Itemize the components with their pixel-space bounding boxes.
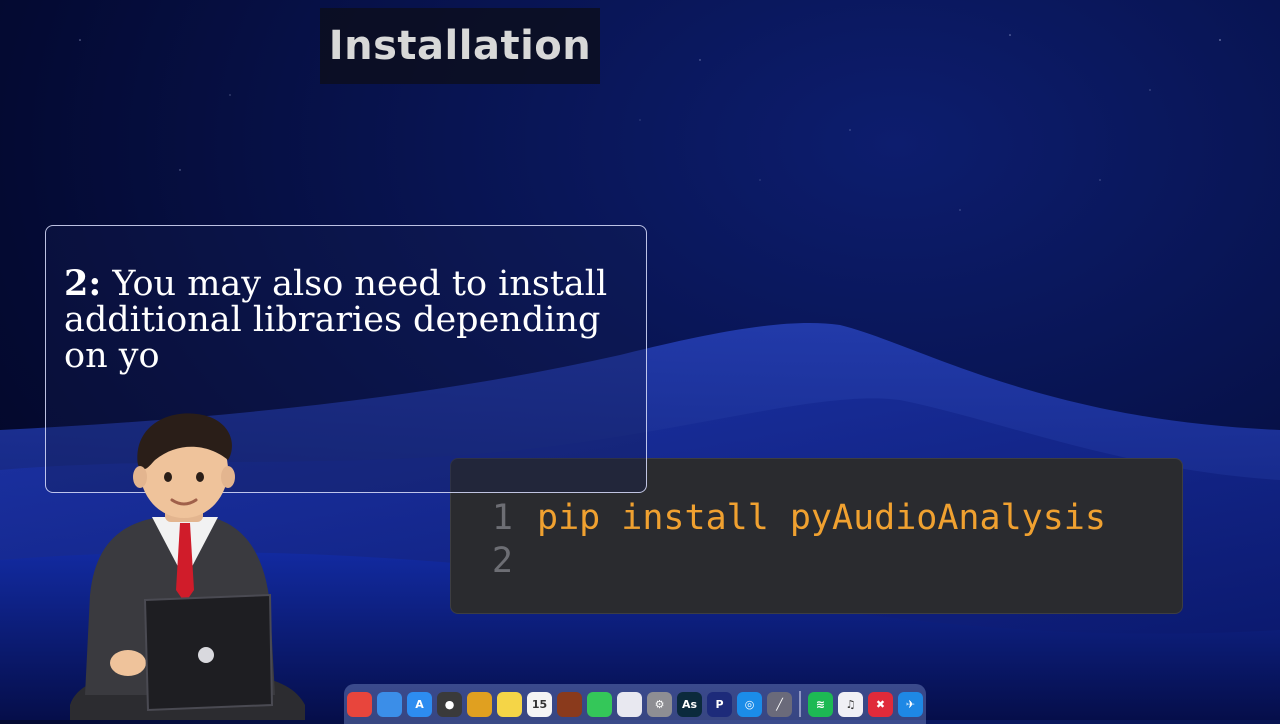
code-text[interactable]: pip install pyAudioAnalysis [537,498,1106,538]
dock-separator [799,691,801,717]
settings-icon[interactable]: ⚙ [647,691,672,717]
code-line-2: 2 [451,539,537,583]
pycharm-icon[interactable]: P [707,691,732,717]
safari-icon[interactable]: ◎ [737,691,762,717]
line-number: 2 [491,541,513,581]
section-title: Installation [320,8,600,84]
presenter-avatar-illustration [70,413,305,720]
capcut-icon[interactable]: ✖ [868,691,893,717]
lasso-tool-icon[interactable] [617,691,642,717]
game-icon[interactable] [557,691,582,717]
music-icon[interactable]: ♫ [838,691,863,717]
finder-folder-icon[interactable] [377,691,402,717]
spotify-icon[interactable]: ≋ [808,691,833,717]
step-description: You may also need to install additional … [64,264,608,376]
camera-icon[interactable]: ● [437,691,462,717]
step-number: 2: [64,263,102,304]
calendar-icon[interactable]: 15 [527,691,552,717]
macos-dock: A ● 15 ⚙ As P ◎ ╱ ≋ ♫ ✖ ✈ [344,684,926,724]
info-card-text: 2: You may also need to install addition… [64,263,624,376]
line-number: 1 [491,498,513,538]
messages-icon[interactable] [587,691,612,717]
chrome-alt-icon[interactable] [467,691,492,717]
chrome-icon[interactable] [347,691,372,717]
safari-compass-icon[interactable]: ✈ [898,691,923,717]
pen-icon[interactable]: ╱ [767,691,792,717]
notes-icon[interactable] [497,691,522,717]
app-store-icon[interactable]: A [407,691,432,717]
animate-icon[interactable]: As [677,691,702,717]
code-line-1: 1 pip install pyAudioAnalysis [451,496,1106,540]
